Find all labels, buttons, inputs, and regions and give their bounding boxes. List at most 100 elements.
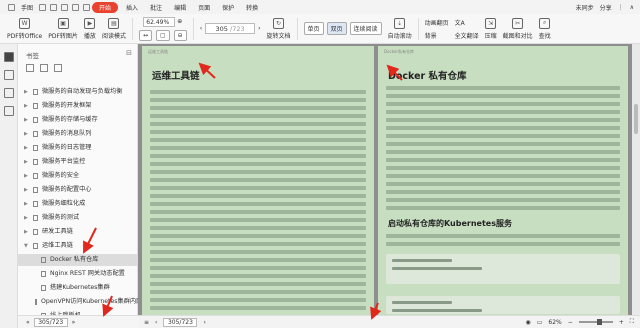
- scroll-thumb[interactable]: [634, 104, 638, 134]
- thumbnail-icon[interactable]: [3, 70, 14, 80]
- screenshot-compare-button[interactable]: ✂ 截图和对比: [500, 15, 536, 43]
- menu-tab-convert[interactable]: 转换: [240, 3, 264, 12]
- bookmark-item[interactable]: ▶ 微服务的日志管理: [18, 142, 138, 154]
- panel-page-input[interactable]: 305/723: [33, 317, 68, 327]
- pdf-to-image-button[interactable]: ▣ PDF转图片: [45, 15, 81, 43]
- expand-caret-icon[interactable]: ▶: [24, 86, 30, 98]
- continuous-button[interactable]: 连续阅读: [349, 22, 382, 35]
- zoom-out-small-icon[interactable]: −: [568, 319, 573, 326]
- text-line: [150, 226, 366, 230]
- bookmark-panel-icon[interactable]: [3, 52, 14, 62]
- anim-page-button[interactable]: 动画翻页: [425, 18, 449, 27]
- bookmark-child-item[interactable]: OpenVPN访问Kubernetes集群内网: [18, 296, 138, 308]
- page-number-input[interactable]: 305 /723: [205, 23, 256, 34]
- fit-width-icon[interactable]: ↔: [138, 29, 152, 41]
- bookmark-child-item[interactable]: 搭建Kubernetes集群: [18, 282, 138, 294]
- zoom-in-small-icon[interactable]: +: [619, 319, 624, 326]
- single-page-button[interactable]: 单页: [303, 22, 324, 35]
- expand-caret-icon[interactable]: ▶: [24, 212, 30, 224]
- menu-tab-page[interactable]: 页面: [192, 3, 216, 12]
- menu-tab-edit[interactable]: 编辑: [168, 3, 192, 12]
- expand-caret-icon[interactable]: ▶: [24, 114, 30, 126]
- close-panel-icon[interactable]: ⊟: [126, 49, 132, 57]
- status-menu-icon[interactable]: ≡: [144, 319, 149, 326]
- bookmark-item[interactable]: ▶ 微服务的自动发现与负载均衡: [18, 86, 138, 98]
- bookmark-item[interactable]: ▶ 研发工具链: [18, 226, 138, 238]
- bookmark-label: 运维工具链: [42, 242, 73, 249]
- fullscreen-icon[interactable]: ⛶: [630, 318, 634, 326]
- menu-tab-protect[interactable]: 保护: [216, 3, 240, 12]
- view-icon[interactable]: ▭: [537, 319, 543, 326]
- expand-caret-icon[interactable]: ▶: [24, 170, 30, 182]
- menu-tab-comment[interactable]: 批注: [144, 3, 168, 12]
- fit-page-icon[interactable]: ▢: [155, 29, 170, 41]
- next-page-icon[interactable]: ›: [258, 25, 260, 32]
- bookmark-item[interactable]: ▶ 微服务平台监控: [18, 156, 138, 168]
- zoom-input[interactable]: 62.49%: [143, 16, 176, 27]
- menu-tab-insert[interactable]: 插入: [120, 3, 144, 12]
- prev-page-icon[interactable]: ‹: [200, 25, 202, 32]
- full-translate-button[interactable]: 全文翻译: [455, 31, 479, 40]
- translate-icon[interactable]: 文A: [455, 18, 465, 27]
- bookmark-item[interactable]: ▶ 微服务的测试: [18, 212, 138, 224]
- zoom-in-icon[interactable]: ⊕: [177, 18, 182, 25]
- status-next-icon[interactable]: ›: [203, 319, 205, 326]
- bookmark-child-item[interactable]: Nginx REST 网关动态配置: [18, 268, 138, 280]
- bookmark-item[interactable]: ▶ 微服务的安全: [18, 170, 138, 182]
- bookmark-item[interactable]: ▼ 运维工具链: [18, 240, 138, 252]
- eye-icon[interactable]: ◉: [525, 319, 530, 326]
- share-button[interactable]: 分享: [600, 3, 612, 12]
- open-file-icon[interactable]: [39, 3, 47, 11]
- menu-item-0[interactable]: 手图: [19, 3, 35, 12]
- annotation-icon[interactable]: [3, 88, 14, 98]
- expand-all-icon[interactable]: [26, 64, 34, 72]
- auto-scroll-button[interactable]: ⇣ 自动滚动: [385, 15, 415, 43]
- compress-button[interactable]: ⇲ 压缩: [482, 15, 500, 43]
- expand-caret-icon[interactable]: ▶: [24, 128, 30, 140]
- bookmark-item[interactable]: ▶ 微服务的存储与缓存: [18, 114, 138, 126]
- zoom-slider[interactable]: [578, 319, 613, 325]
- expand-caret-icon[interactable]: ▶: [24, 156, 30, 168]
- bookmark-item[interactable]: ▶ 微服务细粒化成: [18, 198, 138, 210]
- document-viewport[interactable]: 运维工具链 运维工具链 Docker私有仓库 Docker 私有仓库 启动私有仓…: [138, 44, 632, 315]
- pdf-to-office-button[interactable]: W PDF转Office: [4, 15, 45, 43]
- collapse-icon[interactable]: ∧: [630, 4, 634, 11]
- status-page-input[interactable]: 305/723: [163, 317, 198, 327]
- undo-icon[interactable]: [72, 3, 80, 11]
- bookmark-item[interactable]: ▶ 微服务的消息队列: [18, 128, 138, 140]
- bookmark-item[interactable]: ▶ 微服务的配置中心: [18, 184, 138, 196]
- expand-caret-icon[interactable]: ▶: [24, 184, 30, 196]
- zoom-out-icon[interactable]: ⊖: [173, 29, 187, 41]
- menu-tab-start[interactable]: 开始: [92, 1, 119, 13]
- sync-status[interactable]: 未同步: [576, 3, 594, 12]
- bookmark-child-item[interactable]: Docker 私有仓库: [18, 254, 138, 266]
- expand-caret-icon[interactable]: ▶: [24, 142, 30, 154]
- menu-icon[interactable]: [8, 3, 15, 11]
- text-line: [150, 90, 366, 94]
- expand-caret-icon[interactable]: ▶: [24, 226, 30, 238]
- search-side-icon[interactable]: [3, 106, 14, 116]
- expand-caret-icon[interactable]: ▼: [24, 240, 30, 252]
- background-button[interactable]: 背景: [425, 31, 437, 40]
- play-button[interactable]: ▶ 播放: [81, 15, 99, 43]
- zoom-slider-knob[interactable]: [596, 319, 602, 325]
- vertical-scrollbar[interactable]: [632, 44, 640, 315]
- read-mode-button[interactable]: ▤ 阅读模式: [99, 15, 129, 43]
- page-left: 运维工具链 运维工具链: [142, 46, 374, 315]
- status-prev-icon[interactable]: ‹: [155, 319, 157, 326]
- add-bookmark-icon[interactable]: [54, 64, 62, 72]
- last-page-icon[interactable]: »: [72, 319, 76, 326]
- more-icon[interactable]: ⋮: [618, 4, 624, 11]
- save-icon[interactable]: [50, 3, 58, 11]
- print-icon[interactable]: [61, 3, 69, 11]
- first-page-icon[interactable]: «: [26, 319, 30, 326]
- redo-icon[interactable]: [83, 3, 91, 11]
- text-line: [150, 250, 366, 254]
- bookmark-item[interactable]: ▶ 微服务的开发框架: [18, 100, 138, 112]
- search-button[interactable]: ⌕ 查找: [536, 15, 554, 43]
- collapse-all-icon[interactable]: [40, 64, 48, 72]
- expand-caret-icon[interactable]: ▶: [24, 198, 30, 210]
- rotate-doc-button[interactable]: ↻ 旋转文档: [264, 15, 294, 43]
- double-page-button[interactable]: 双页: [326, 22, 347, 35]
- expand-caret-icon[interactable]: ▶: [24, 100, 30, 112]
